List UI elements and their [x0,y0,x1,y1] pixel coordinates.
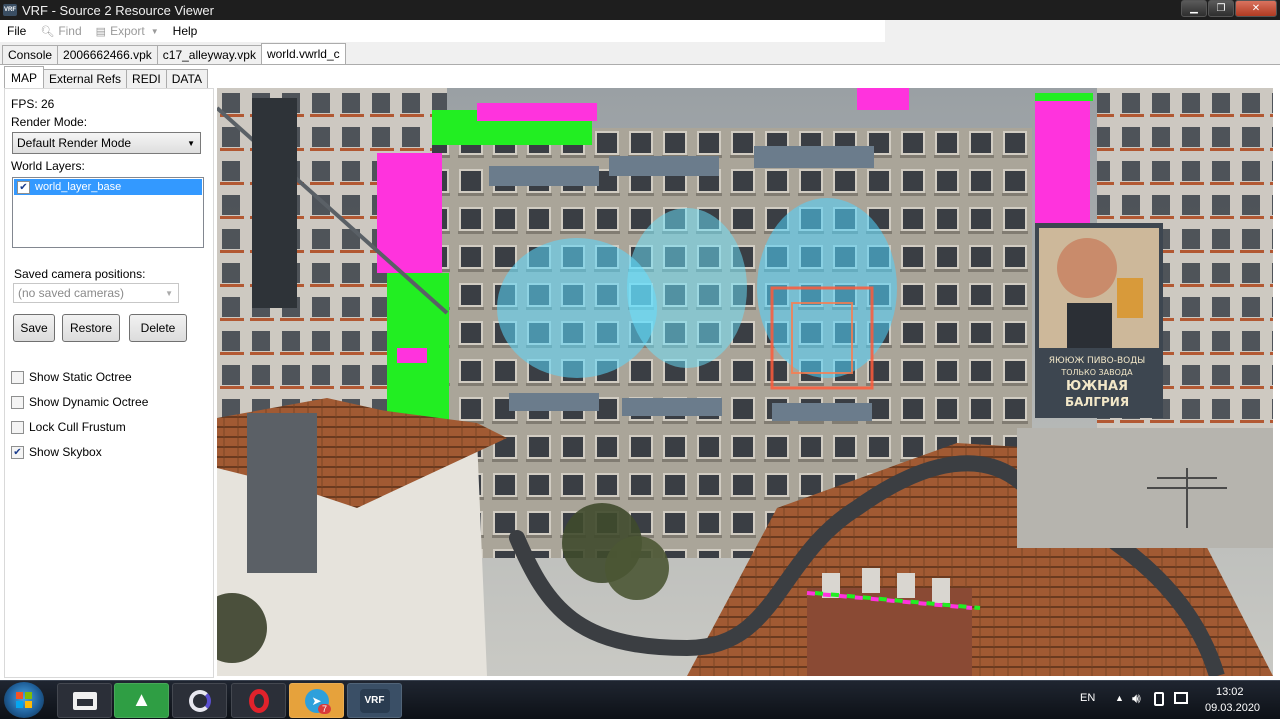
tab-c17-alleyway[interactable]: c17_alleyway.vpk [156,45,262,64]
chevron-up-icon[interactable]: ▲ [1115,693,1124,703]
billboard-line-1: ЯЮЮЖ ПИВО-ВОДЫ [1049,356,1146,366]
list-item[interactable]: ✔ world_layer_base [14,179,202,195]
android-studio-icon: ▲ [131,689,152,711]
firefox-icon [188,689,211,712]
window-title: VRF - Source 2 Resource Viewer [22,2,214,18]
window-controls: ▁ ❐ ✕ [1180,0,1277,17]
taskbar-vrf[interactable]: VRF [347,683,402,718]
world-layers-list[interactable]: ✔ world_layer_base [12,177,204,248]
billboard-line-2: ТОЛЬКО ЗАВОДА [1060,368,1133,377]
checkbox[interactable] [11,420,24,434]
render-mode-label: Render Mode: [11,115,88,129]
volume-icon[interactable]: 🔊︎ [1132,690,1141,707]
fps-counter: FPS: 26 [11,97,55,111]
menu-bar-filler [885,20,1280,42]
render-mode-select[interactable]: Default Render Mode ▼ [12,132,201,154]
opera-icon [248,688,269,713]
taskbar-opera[interactable] [231,683,286,718]
menu-help[interactable]: Help [166,20,205,42]
show-skybox-toggle[interactable]: ✔ Show Skybox [11,445,102,459]
tab-data[interactable]: DATA [165,69,208,88]
map-controls-panel: FPS: 26 Render Mode: Default Render Mode… [4,88,214,678]
saved-cameras-select[interactable]: (no saved cameras) ▼ [13,283,179,303]
layer-checkbox[interactable]: ✔ [17,180,30,194]
checkbox[interactable] [11,370,24,384]
title-bar: VRF VRF - Source 2 Resource Viewer ▁ ❐ ✕ [0,0,1280,20]
windows-logo-icon [16,692,32,708]
tab-world-vwrld[interactable]: world.vwrld_c [260,43,346,64]
resource-tabs: MAP External Refs REDI DATA [4,66,208,88]
tab-redi[interactable]: REDI [126,69,167,88]
lock-cull-frustum-toggle[interactable]: Lock Cull Frustum [11,420,126,434]
clock-time[interactable]: 13:02 [1216,686,1244,698]
save-camera-button[interactable]: Save [13,314,55,342]
saved-cameras-value: (no saved cameras) [18,286,125,300]
export-icon: ▤ [95,25,107,38]
chevron-down-icon: ▼ [150,26,159,36]
show-static-octree-toggle[interactable]: Show Static Octree [11,370,132,384]
tab-console[interactable]: Console [2,45,59,64]
tab-map[interactable]: MAP [4,66,45,88]
file-tabs: Console 2006662466.vpk c17_alleyway.vpk … [0,42,1280,64]
minimize-button[interactable]: ▁ [1181,0,1207,17]
checkbox[interactable] [11,395,24,409]
taskbar-file-explorer[interactable] [57,683,112,718]
chevron-down-icon: ▼ [165,288,173,298]
taskbar-android-studio[interactable]: ▲ [114,683,169,718]
network-icon[interactable] [1174,692,1188,704]
close-button[interactable]: ✕ [1235,0,1277,17]
checkbox-label: Lock Cull Frustum [29,420,126,434]
menu-bar: File 🔍︎ Find ▤ Export ▼ Help [0,20,1280,42]
telegram-badge: 7 [317,704,331,714]
saved-cameras-label: Saved camera positions: [14,267,146,281]
checkbox[interactable]: ✔ [11,445,24,459]
taskbar-telegram[interactable]: ➤ 7 [289,683,344,718]
world-layers-label: World Layers: [11,159,85,173]
menu-find-label: Find [58,24,82,38]
menu-find[interactable]: 🔍︎ Find [33,20,88,42]
clock-date[interactable]: 09.03.2020 [1205,702,1260,714]
language-indicator[interactable]: EN [1080,692,1095,704]
layer-name: world_layer_base [35,181,122,193]
magnifier-icon: 🔍︎ [40,25,55,38]
checkbox-label: Show Dynamic Octree [29,395,149,409]
billboard-line-3: ЮЖНАЯ [1066,379,1128,394]
folder-icon [72,691,97,710]
map-viewport[interactable]: ЯЮЮЖ ПИВО-ВОДЫ ТОЛЬКО ЗАВОДА ЮЖНАЯ БАЛГР… [217,88,1273,676]
restore-camera-button[interactable]: Restore [62,314,120,342]
taskbar-firefox[interactable] [172,683,227,718]
vrf-icon: VRF [359,688,390,713]
start-button[interactable] [4,682,44,718]
taskbar: ▲ ➤ 7 VRF EN ▲ 🔊︎ 13:02 09.03.2020 [0,680,1280,719]
maximize-button[interactable]: ❐ [1208,0,1234,17]
delete-camera-button[interactable]: Delete [129,314,187,342]
battery-icon[interactable] [1154,692,1164,706]
chevron-down-icon: ▼ [187,138,195,148]
tab-vpk-2006662466[interactable]: 2006662466.vpk [57,45,158,64]
rendered-scene[interactable]: ЯЮЮЖ ПИВО-ВОДЫ ТОЛЬКО ЗАВОДА ЮЖНАЯ БАЛГР… [217,88,1273,676]
render-mode-value: Default Render Mode [17,136,132,150]
billboard-line-4: БАЛГРИЯ [1065,395,1129,409]
checkbox-label: Show Static Octree [29,370,132,384]
checkbox-label: Show Skybox [29,445,102,459]
app-icon: VRF [3,4,17,16]
tab-external-refs[interactable]: External Refs [43,69,128,88]
menu-export-label: Export [110,24,145,38]
client-area: MAP External Refs REDI DATA FPS: 26 Rend… [0,64,1280,680]
menu-file[interactable]: File [0,20,33,42]
menu-export[interactable]: ▤ Export ▼ [89,20,166,42]
show-dynamic-octree-toggle[interactable]: Show Dynamic Octree [11,395,148,409]
